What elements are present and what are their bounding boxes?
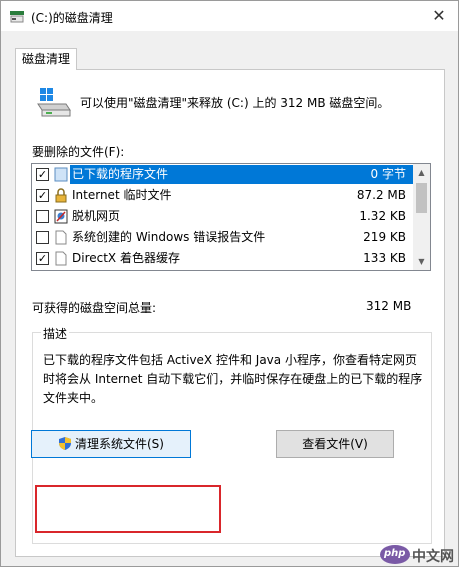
checkbox[interactable]: ✓ <box>36 189 49 202</box>
total-space-value: 312 MB <box>366 299 412 313</box>
scroll-thumb[interactable] <box>416 183 427 213</box>
files-to-delete-label: 要删除的文件(F): <box>32 145 125 159</box>
checkbox[interactable] <box>36 210 49 223</box>
clean-system-files-button[interactable]: 清理系统文件(S) <box>31 430 191 458</box>
list-item[interactable]: ✓ Internet 临时文件 87.2 MB <box>32 185 430 206</box>
folder-icon <box>54 167 68 182</box>
total-space-label: 可获得的磁盘空间总量: <box>32 301 157 315</box>
file-name: DirectX 着色器缓存 <box>72 251 180 265</box>
drive-icon <box>37 88 71 117</box>
disk-cleanup-icon <box>10 11 24 23</box>
file-size: 219 KB <box>363 230 406 244</box>
scroll-up-icon[interactable]: ▲ <box>413 164 430 181</box>
checkbox[interactable]: ✓ <box>36 252 49 265</box>
disk-cleanup-window: (C:)的磁盘清理 ✕ 磁盘清理 可以使用"磁盘清理"来释放 (C:) 上的 3… <box>0 0 459 567</box>
description-text: 已下载的程序文件包括 ActiveX 控件和 Java 小程序，你查看特定网页时… <box>43 353 423 405</box>
description-title: 描述 <box>41 325 70 342</box>
checkbox[interactable] <box>36 231 49 244</box>
file-name: 已下载的程序文件 <box>70 165 171 184</box>
clean-system-files-label: 清理系统文件(S) <box>75 437 164 451</box>
document-icon <box>55 251 67 266</box>
list-scrollbar[interactable]: ▲ ▼ <box>413 164 430 270</box>
close-button[interactable]: ✕ <box>428 5 450 27</box>
file-name: Internet 临时文件 <box>72 188 172 202</box>
tab-disk-cleanup[interactable]: 磁盘清理 <box>15 48 77 70</box>
list-item[interactable]: 系统创建的 Windows 错误报告文件 219 KB <box>32 227 430 248</box>
offline-pages-icon <box>54 209 68 224</box>
intro-text: 可以使用"磁盘清理"来释放 (C:) 上的 312 MB 磁盘空间。 <box>80 96 390 110</box>
window-title: (C:)的磁盘清理 <box>31 11 113 25</box>
file-size: 0 字节 <box>368 165 408 184</box>
lock-icon <box>55 188 67 203</box>
file-size: 87.2 MB <box>356 188 406 202</box>
list-item[interactable]: ✓ DirectX 着色器缓存 133 KB <box>32 248 430 269</box>
watermark-site: 中文网 <box>412 549 454 565</box>
list-item[interactable]: 脱机网页 1.32 KB <box>32 206 430 227</box>
title-bar[interactable]: (C:)的磁盘清理 ✕ <box>1 1 458 31</box>
file-size: 133 KB <box>363 251 406 265</box>
view-files-button[interactable]: 查看文件(V) <box>276 430 394 458</box>
file-name: 脱机网页 <box>72 209 121 223</box>
watermark-brand: php <box>384 548 406 559</box>
list-item[interactable]: ✓ 已下载的程序文件 0 字节 <box>32 164 430 185</box>
file-name: 系统创建的 Windows 错误报告文件 <box>72 230 266 244</box>
checkbox[interactable]: ✓ <box>36 168 49 181</box>
file-size: 1.32 KB <box>359 209 406 223</box>
watermark-logo: php 中文网 <box>380 544 460 566</box>
file-list[interactable]: ✓ 已下载的程序文件 0 字节 ✓ Internet 临时文件 87.2 MB … <box>31 163 431 271</box>
scroll-down-icon[interactable]: ▼ <box>413 253 430 270</box>
document-icon <box>55 230 67 245</box>
tab-panel: 可以使用"磁盘清理"来释放 (C:) 上的 312 MB 磁盘空间。 要删除的文… <box>15 69 445 557</box>
uac-shield-icon <box>59 437 71 450</box>
